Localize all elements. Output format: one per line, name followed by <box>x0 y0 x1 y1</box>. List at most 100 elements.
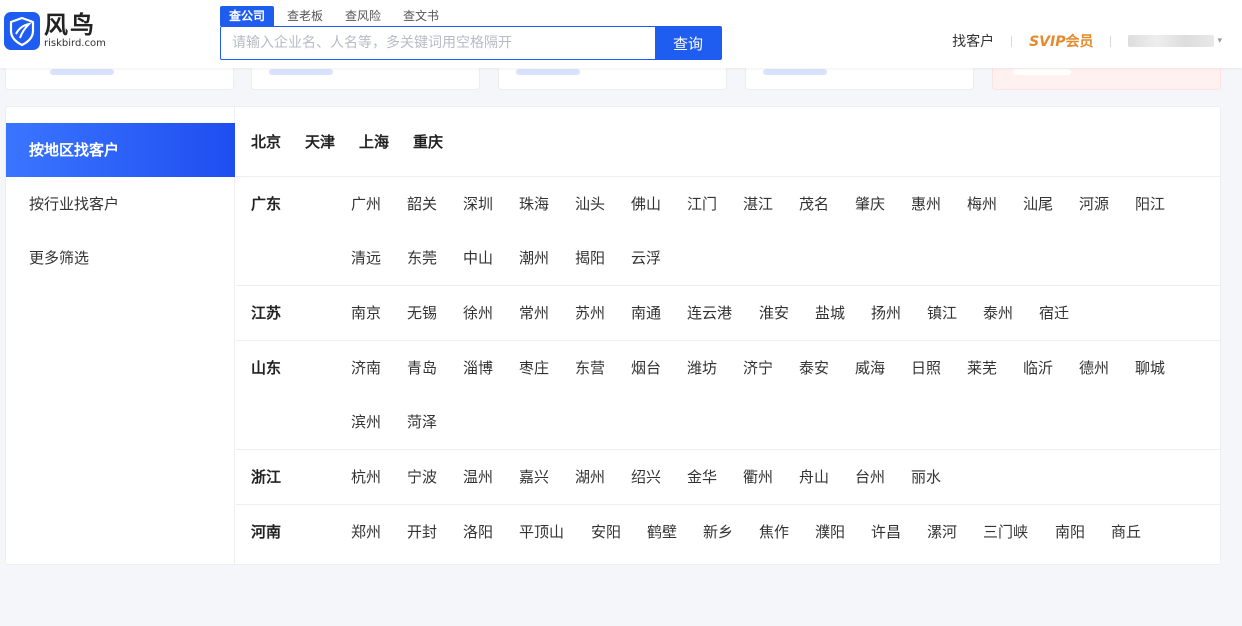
city-link[interactable]: 漯河 <box>927 505 983 559</box>
city-link[interactable]: 佛山 <box>631 177 687 231</box>
city-link[interactable]: 杭州 <box>351 450 407 504</box>
city-link[interactable]: 滨州 <box>351 395 407 449</box>
city-link[interactable]: 丽水 <box>911 450 967 504</box>
city-link[interactable]: 苏州 <box>575 286 631 340</box>
city-link[interactable]: 连云港 <box>687 286 759 340</box>
city-link[interactable]: 汕头 <box>575 177 631 231</box>
city-link[interactable]: 徐州 <box>463 286 519 340</box>
city-link[interactable]: 洛阳 <box>463 505 519 559</box>
city-link[interactable]: 开封 <box>407 505 463 559</box>
city-link[interactable]: 三门峡 <box>983 505 1055 559</box>
municipality-link[interactable]: 北京 <box>251 131 281 152</box>
city-link[interactable]: 潍坊 <box>687 341 743 395</box>
city-link[interactable]: 南京 <box>351 286 407 340</box>
city-link[interactable]: 广州 <box>351 177 407 231</box>
brand-logo[interactable]: 风鸟 riskbird.com <box>4 12 106 50</box>
city-link[interactable]: 无锡 <box>407 286 463 340</box>
municipality-link[interactable]: 上海 <box>359 131 389 152</box>
city-link[interactable]: 深圳 <box>463 177 519 231</box>
city-link[interactable]: 湛江 <box>743 177 799 231</box>
city-link[interactable]: 盐城 <box>815 286 871 340</box>
city-link[interactable]: 台州 <box>855 450 911 504</box>
city-link[interactable]: 郑州 <box>351 505 407 559</box>
tab-risk[interactable]: 查风险 <box>336 6 390 26</box>
city-link[interactable]: 新乡 <box>703 505 759 559</box>
city-link[interactable]: 淄博 <box>463 341 519 395</box>
city-link[interactable]: 烟台 <box>631 341 687 395</box>
city-link[interactable]: 南通 <box>631 286 687 340</box>
city-link[interactable]: 商丘 <box>1111 505 1167 559</box>
search-button[interactable]: 查询 <box>655 27 721 59</box>
city-link[interactable]: 日照 <box>911 341 967 395</box>
city-link[interactable]: 云浮 <box>631 231 687 285</box>
find-customer-link[interactable]: 找客户 <box>952 31 994 51</box>
province-name[interactable]: 广东 <box>236 177 351 231</box>
city-link[interactable]: 惠州 <box>911 177 967 231</box>
city-link[interactable]: 舟山 <box>799 450 855 504</box>
city-link[interactable]: 平顶山 <box>519 505 591 559</box>
tab-company[interactable]: 查公司 <box>220 6 275 26</box>
city-link[interactable]: 鹤壁 <box>647 505 703 559</box>
city-link[interactable]: 江门 <box>687 177 743 231</box>
province-name[interactable]: 山东 <box>236 341 351 395</box>
city-link[interactable]: 宿迁 <box>1039 286 1095 340</box>
city-link[interactable]: 聊城 <box>1135 341 1191 395</box>
municipality-link[interactable]: 重庆 <box>413 131 443 152</box>
city-link[interactable]: 梅州 <box>967 177 1023 231</box>
search-input[interactable] <box>221 27 655 59</box>
city-link[interactable]: 湖州 <box>575 450 631 504</box>
city-link[interactable]: 汕尾 <box>1023 177 1079 231</box>
city-link[interactable]: 扬州 <box>871 286 927 340</box>
city-link[interactable]: 菏泽 <box>407 395 463 449</box>
sidebar-item-more-filters[interactable]: 更多筛选 <box>6 231 235 285</box>
city-link[interactable]: 中山 <box>463 231 519 285</box>
city-link[interactable]: 珠海 <box>519 177 575 231</box>
city-link[interactable]: 清远 <box>351 231 407 285</box>
tab-documents[interactable]: 查文书 <box>394 6 448 26</box>
city-link[interactable]: 泰安 <box>799 341 855 395</box>
city-link[interactable]: 河源 <box>1079 177 1135 231</box>
city-link[interactable]: 东莞 <box>407 231 463 285</box>
city-link[interactable]: 茂名 <box>799 177 855 231</box>
city-link[interactable]: 济宁 <box>743 341 799 395</box>
svip-link[interactable]: SVIP会员 <box>1029 31 1093 51</box>
province-name[interactable]: 河南 <box>236 505 351 559</box>
city-link[interactable]: 德州 <box>1079 341 1135 395</box>
city-link[interactable]: 泰州 <box>983 286 1039 340</box>
tab-boss[interactable]: 查老板 <box>278 6 332 26</box>
city-list: 济南 青岛 淄博 枣庄 东营 烟台 潍坊 济宁 泰安 威海 日照 莱芜 临沂 德州 聊城滨州 菏泽 <box>351 341 1211 449</box>
city-link[interactable]: 淮安 <box>759 286 815 340</box>
city-link[interactable]: 镇江 <box>927 286 983 340</box>
city-link[interactable]: 东营 <box>575 341 631 395</box>
city-link[interactable]: 南阳 <box>1055 505 1111 559</box>
city-link[interactable]: 安阳 <box>591 505 647 559</box>
city-link[interactable]: 衢州 <box>743 450 799 504</box>
city-link[interactable]: 揭阳 <box>575 231 631 285</box>
city-link[interactable]: 温州 <box>463 450 519 504</box>
city-link[interactable]: 常州 <box>519 286 575 340</box>
city-link[interactable]: 嘉兴 <box>519 450 575 504</box>
city-link[interactable]: 威海 <box>855 341 911 395</box>
city-link[interactable]: 阳江 <box>1135 177 1191 231</box>
city-link[interactable]: 许昌 <box>871 505 927 559</box>
city-link[interactable]: 青岛 <box>407 341 463 395</box>
sidebar-item-by-industry[interactable]: 按行业找客户 <box>6 177 235 231</box>
city-link[interactable]: 韶关 <box>407 177 463 231</box>
sidebar-item-by-region[interactable]: 按地区找客户 <box>6 123 235 177</box>
province-name[interactable]: 浙江 <box>236 450 351 504</box>
city-link[interactable]: 宁波 <box>407 450 463 504</box>
city-link[interactable]: 临沂 <box>1023 341 1079 395</box>
city-link[interactable]: 金华 <box>687 450 743 504</box>
city-link[interactable]: 绍兴 <box>631 450 687 504</box>
user-account[interactable] <box>1128 35 1215 47</box>
city-link[interactable]: 莱芜 <box>967 341 1023 395</box>
city-link[interactable]: 济南 <box>351 341 407 395</box>
city-link[interactable]: 肇庆 <box>855 177 911 231</box>
city-link[interactable]: 枣庄 <box>519 341 575 395</box>
city-link[interactable]: 濮阳 <box>815 505 871 559</box>
city-link[interactable]: 焦作 <box>759 505 815 559</box>
municipality-link[interactable]: 天津 <box>305 131 335 152</box>
city-link[interactable]: 潮州 <box>519 231 575 285</box>
province-name[interactable]: 江苏 <box>236 286 351 340</box>
chevron-down-icon[interactable]: ▾ <box>1217 36 1222 46</box>
